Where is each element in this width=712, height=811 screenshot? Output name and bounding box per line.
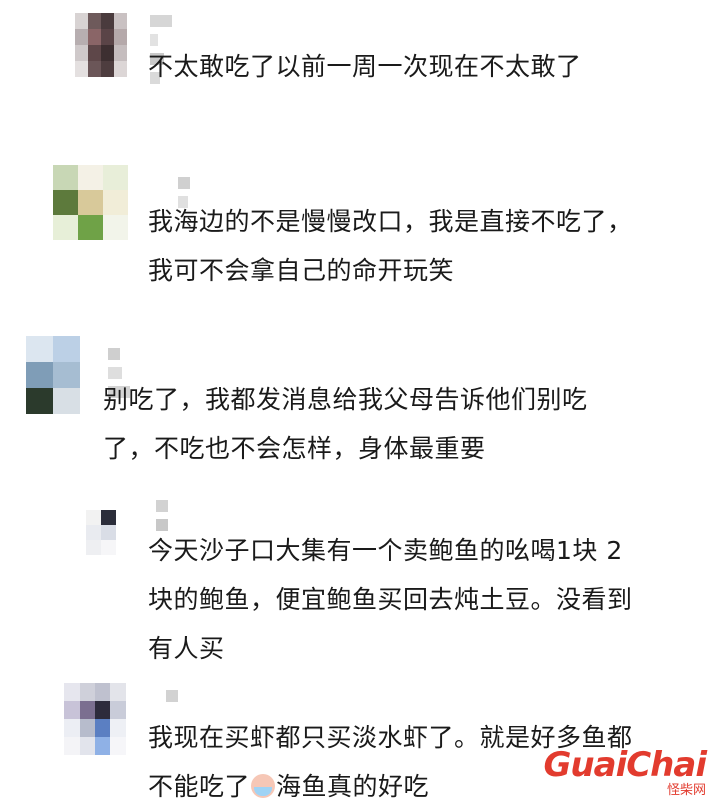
avatar[interactable] [86, 510, 116, 555]
comment-text: 别吃了，我都发消息给我父母告诉他们别吃 了，不吃也不会怎样，身体最重要 [103, 385, 588, 463]
laughing-cry-emoji [251, 774, 276, 798]
avatar[interactable] [75, 13, 127, 77]
watermark-logo: GuaiChai 怪柴网 [543, 745, 707, 798]
username-blurred[interactable] [156, 500, 174, 531]
username-blurred[interactable] [150, 15, 178, 84]
avatar[interactable] [64, 683, 126, 755]
username-blurred[interactable] [178, 177, 196, 208]
avatar[interactable] [26, 336, 80, 414]
username-blurred[interactable] [108, 348, 136, 398]
comment-text: 我海边的不是慢慢改口，我是直接不吃了， 我可不会拿自己的命开玩笑 [148, 207, 633, 285]
avatar[interactable] [53, 165, 128, 240]
username-blurred[interactable] [166, 690, 184, 702]
comment-text: 不太敢吃了以前一周一次现在不太敢了 [148, 52, 582, 81]
comment-text: 今天沙子口大集有一个卖鲍鱼的吆喝1块 2 块的鲍鱼，便宜鲍鱼买回去炖土豆。没看到… [148, 536, 633, 663]
